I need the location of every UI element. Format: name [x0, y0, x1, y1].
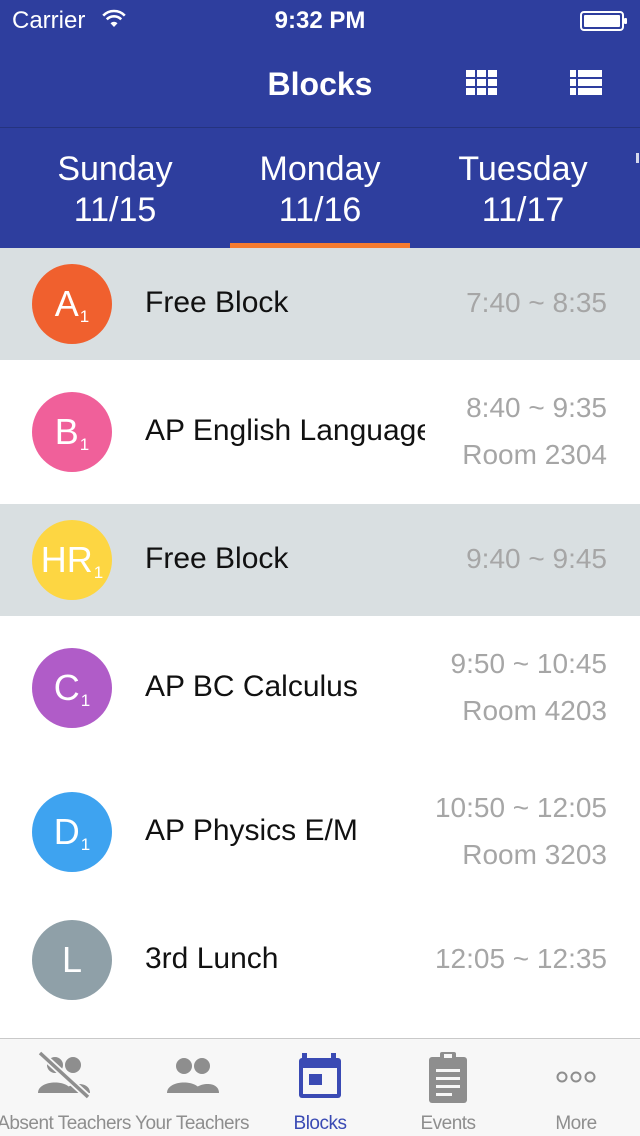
block-row[interactable]: A1 Free Block 7:40 ~ 8:35	[0, 248, 640, 360]
status-time: 9:32 PM	[274, 7, 366, 34]
block-letter: B	[54, 411, 79, 452]
grid-view-icon[interactable]	[466, 70, 498, 96]
battery-icon	[580, 11, 627, 31]
block-row[interactable]: L 3rd Lunch 12:05 ~ 12:35	[0, 904, 640, 1016]
block-time: 12:05 ~ 12:35	[434, 943, 607, 974]
block-room: Room 4203	[462, 695, 607, 726]
block-row[interactable]: B1 AP English Language 8:40 ~ 9:35 Room …	[0, 360, 640, 504]
block-badge: A1	[32, 264, 112, 344]
block-name: AP BC Calculus	[145, 670, 358, 703]
block-sub: 1	[79, 435, 90, 454]
day-tab-sunday[interactable]: Sunday 11/15	[25, 149, 205, 231]
block-badge: HR1	[32, 520, 112, 600]
block-letter: C	[53, 667, 80, 708]
list-view-icon[interactable]	[570, 70, 602, 96]
day-name: Sunday	[57, 150, 173, 188]
absent-teachers-icon	[37, 1050, 91, 1100]
block-sub: 1	[93, 563, 104, 582]
clipboard-icon	[429, 1052, 467, 1103]
block-sub: 1	[80, 835, 91, 854]
tab-label: Your Teachers	[135, 1113, 249, 1134]
next-day-peek	[636, 153, 639, 163]
tab-bar: Absent Teachers Your Teachers Blocks Eve…	[0, 1038, 640, 1136]
day-tab-monday[interactable]: Monday 11/16	[230, 149, 410, 231]
day-date: 11/16	[278, 191, 362, 229]
block-room: Room 3203	[462, 839, 607, 870]
tab-events[interactable]: Events	[384, 1039, 512, 1136]
more-icon	[556, 1071, 596, 1083]
block-row[interactable]: D1 AP Physics E/M 10:50 ~ 12:05 Room 320…	[0, 760, 640, 904]
block-letter: A	[54, 283, 79, 324]
tab-absent-teachers[interactable]: Absent Teachers	[0, 1039, 131, 1136]
block-sub: 1	[79, 307, 90, 326]
day-selector: Sunday 11/15 Monday 11/16 Tuesday 11/17	[0, 129, 640, 248]
status-bar: Carrier 9:32 PM	[0, 0, 640, 40]
block-row[interactable]: C1 AP BC Calculus 9:50 ~ 10:45 Room 4203	[0, 616, 640, 760]
block-badge: D1	[32, 792, 112, 872]
block-time: 8:40 ~ 9:35	[466, 392, 607, 423]
block-letter: D	[53, 811, 80, 852]
day-date: 11/17	[481, 191, 565, 229]
block-time: 9:40 ~ 9:45	[466, 543, 607, 574]
day-name: Tuesday	[458, 150, 588, 188]
tab-label: Absent Teachers	[0, 1113, 131, 1134]
day-tab-tuesday[interactable]: Tuesday 11/17	[433, 149, 613, 231]
block-name: Free Block	[145, 286, 289, 319]
navigation-bar: Blocks	[0, 40, 640, 128]
block-letter: L	[61, 939, 83, 980]
tab-more[interactable]: More	[512, 1039, 640, 1136]
block-time: 10:50 ~ 12:05	[434, 792, 607, 823]
block-room: Room 2304	[462, 439, 607, 470]
tab-label: Events	[420, 1113, 476, 1134]
block-name: 3rd Lunch	[145, 942, 279, 975]
tab-blocks[interactable]: Blocks	[256, 1039, 384, 1136]
block-list[interactable]: A1 Free Block 7:40 ~ 8:35 B1 AP English …	[0, 248, 640, 1038]
block-badge: B1	[32, 392, 112, 472]
tab-your-teachers[interactable]: Your Teachers	[128, 1039, 256, 1136]
header: Carrier 9:32 PM Blocks Sunday 11/15 Mond…	[0, 0, 640, 248]
block-badge: C1	[32, 648, 112, 728]
block-name: Free Block	[145, 542, 289, 575]
tab-label: Blocks	[293, 1113, 347, 1134]
day-date: 11/15	[73, 191, 157, 229]
your-teachers-icon	[167, 1058, 219, 1093]
block-letter: HR	[40, 539, 93, 580]
tab-label: More	[555, 1113, 597, 1134]
block-row[interactable]: HR1 Free Block 9:40 ~ 9:45	[0, 504, 640, 616]
block-time: 9:50 ~ 10:45	[450, 648, 607, 679]
page-title: Blocks	[267, 66, 373, 102]
block-time: 7:40 ~ 8:35	[466, 287, 607, 318]
block-name: AP English Language	[145, 414, 425, 447]
day-name: Monday	[259, 150, 381, 188]
block-sub: 1	[80, 691, 91, 710]
block-badge: L	[32, 920, 112, 1000]
block-name: AP Physics E/M	[145, 814, 358, 847]
calendar-icon	[299, 1053, 341, 1098]
